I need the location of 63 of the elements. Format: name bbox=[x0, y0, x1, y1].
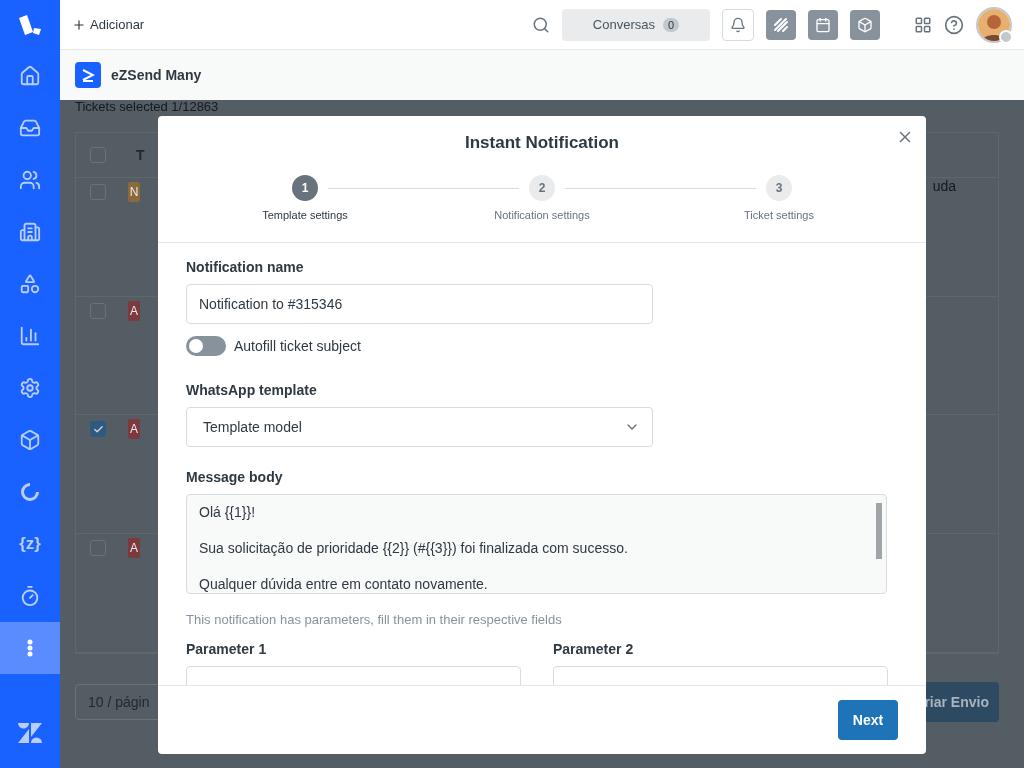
calendar-icon bbox=[815, 16, 831, 33]
bar-chart-icon bbox=[19, 325, 41, 347]
selection-info: Tickets selected 1/12863 bbox=[75, 100, 220, 114]
swirl-icon bbox=[19, 481, 41, 503]
search-icon[interactable] bbox=[532, 15, 550, 34]
home-icon bbox=[19, 65, 41, 87]
stopwatch-icon bbox=[19, 585, 41, 607]
step-label: Notification settings bbox=[493, 209, 591, 221]
next-button[interactable]: Next bbox=[838, 700, 898, 740]
status-badge: A bbox=[128, 419, 140, 440]
building-icon bbox=[19, 221, 41, 243]
notifications-button[interactable] bbox=[722, 8, 754, 41]
status-badge: A bbox=[128, 538, 140, 559]
inbox-icon bbox=[19, 117, 41, 139]
name-field[interactable]: Notification to #315346 bbox=[186, 284, 653, 324]
settings-icon bbox=[19, 377, 41, 399]
app-tile[interactable] bbox=[808, 9, 838, 40]
users-icon bbox=[19, 169, 41, 191]
step-label: Ticket settings bbox=[743, 209, 815, 221]
shapes-icon bbox=[19, 273, 41, 295]
more-icon bbox=[27, 639, 33, 657]
dialog-title: Instant Notification bbox=[465, 133, 619, 153]
toggle-label: Autofill ticket subject bbox=[234, 338, 361, 354]
row-checkbox[interactable] bbox=[90, 421, 106, 438]
field-label: Parameter 1 bbox=[186, 641, 268, 657]
sidebar-item[interactable]: {z} bbox=[0, 518, 60, 570]
logo-icon[interactable] bbox=[17, 14, 43, 36]
app-name: eZSend Many bbox=[111, 67, 202, 83]
parameters-hint: This notification has parameters, fill them in their respective fields bbox=[186, 612, 563, 627]
avatar[interactable] bbox=[976, 6, 1012, 43]
step-number[interactable]: 2 bbox=[529, 175, 555, 201]
autofill-toggle[interactable] bbox=[186, 336, 226, 356]
app-tile[interactable] bbox=[766, 9, 796, 40]
field-label: Message body bbox=[186, 469, 284, 485]
conversations-button[interactable]: Conversas 0 bbox=[562, 8, 710, 41]
status-badge: N bbox=[128, 181, 140, 202]
braces-label: {z} bbox=[19, 534, 41, 554]
status-badge: A bbox=[128, 300, 140, 321]
message-body-field[interactable]: Olá {{1}}! Sua solicitação de prioridade {{2}} (#{{3}}) foi finalizada com sucesso. Qualquer dúvida entre em contato novamente. bbox=[186, 494, 887, 594]
step-number[interactable]: 3 bbox=[766, 175, 792, 201]
app-logo-icon bbox=[75, 62, 101, 88]
sidebar-item[interactable] bbox=[0, 622, 60, 674]
field-label: Parameter 2 bbox=[553, 641, 635, 657]
count-badge: 0 bbox=[663, 17, 680, 32]
plus-icon bbox=[72, 17, 86, 32]
help-icon[interactable] bbox=[944, 14, 964, 35]
step-number[interactable]: 1 bbox=[292, 175, 318, 201]
conversations-label: Conversas bbox=[592, 17, 655, 32]
apps-grid-icon[interactable] bbox=[914, 15, 932, 34]
z-logo-icon[interactable] bbox=[17, 723, 43, 743]
stripes-icon bbox=[772, 15, 790, 34]
template-select[interactable]: Template model bbox=[186, 407, 653, 447]
bell-icon bbox=[730, 16, 746, 33]
add-link[interactable]: Adicionar bbox=[72, 17, 145, 32]
field-label: Notification name bbox=[186, 259, 305, 275]
cube-icon bbox=[857, 16, 873, 33]
app-tile[interactable] bbox=[850, 9, 880, 40]
cube-icon bbox=[19, 429, 41, 451]
check-icon bbox=[92, 423, 104, 435]
step-label: Template settings bbox=[261, 209, 349, 221]
table-cell: uda bbox=[932, 177, 956, 194]
add-label: Adicionar bbox=[90, 17, 145, 32]
field-label: WhatsApp template bbox=[186, 382, 318, 398]
